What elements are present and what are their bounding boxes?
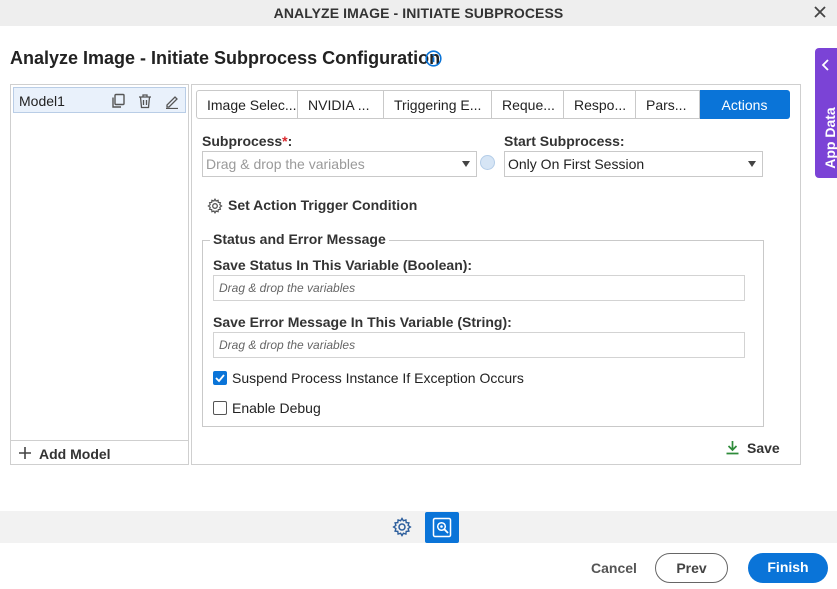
variable-picker-icon[interactable] — [480, 155, 495, 170]
analyze-image-button[interactable] — [425, 512, 459, 543]
download-icon — [726, 441, 739, 455]
enable-debug-checkbox[interactable] — [213, 401, 227, 415]
plus-icon — [19, 447, 31, 459]
save-status-input[interactable]: Drag & drop the variables — [213, 275, 745, 301]
chevron-left-icon — [821, 59, 829, 71]
subprocess-placeholder: Drag & drop the variables — [206, 156, 365, 172]
tab-triggering-events[interactable]: Triggering E... — [384, 90, 492, 119]
tab-response[interactable]: Respo... — [564, 90, 636, 119]
suspend-checkbox[interactable] — [213, 371, 227, 385]
cancel-button[interactable]: Cancel — [591, 560, 637, 576]
copy-icon[interactable] — [110, 93, 126, 109]
bottom-toolbar — [0, 511, 837, 543]
model-item[interactable]: Model1 — [13, 87, 186, 113]
tab-image-selection[interactable]: Image Selec... — [196, 90, 298, 119]
tab-nvidia[interactable]: NVIDIA ... — [298, 90, 384, 119]
check-icon — [215, 374, 225, 383]
tab-actions[interactable]: Actions — [700, 90, 790, 119]
tab-bar: Image Selec... NVIDIA ... Triggering E..… — [196, 90, 790, 119]
tab-parse[interactable]: Pars... — [636, 90, 700, 119]
add-model-button[interactable]: Add Model — [11, 440, 188, 464]
close-icon[interactable] — [811, 3, 829, 21]
app-data-tab[interactable]: App Data — [815, 48, 837, 178]
prev-button[interactable]: Prev — [655, 553, 728, 583]
save-error-input[interactable]: Drag & drop the variables — [213, 332, 745, 358]
app-data-label: App Data — [822, 107, 837, 169]
save-status-label: Save Status In This Variable (Boolean): — [213, 257, 473, 273]
model-list: Model1 Add Model — [10, 84, 189, 465]
edit-icon[interactable] — [164, 93, 180, 109]
window-title: ANALYZE IMAGE - INITIATE SUBPROCESS — [273, 5, 564, 21]
page-title: Analyze Image - Initiate Subprocess Conf… — [10, 48, 441, 68]
enable-debug-label: Enable Debug — [232, 400, 321, 416]
window-titlebar: ANALYZE IMAGE - INITIATE SUBPROCESS — [0, 0, 837, 26]
tab-request[interactable]: Reque... — [492, 90, 564, 119]
image-search-icon — [432, 517, 452, 538]
model-name: Model1 — [19, 93, 65, 109]
set-trigger-condition-link[interactable]: Set Action Trigger Condition — [228, 197, 417, 213]
status-error-legend: Status and Error Message — [210, 231, 389, 247]
start-subprocess-label: Start Subprocess: — [504, 133, 625, 149]
settings-icon[interactable] — [392, 517, 412, 537]
delete-icon[interactable] — [137, 93, 153, 109]
gear-icon[interactable] — [207, 198, 223, 214]
save-error-label: Save Error Message In This Variable (Str… — [213, 314, 512, 330]
caret-down-icon — [748, 161, 756, 167]
save-status-placeholder: Drag & drop the variables — [219, 281, 356, 295]
save-label: Save — [747, 440, 780, 456]
subprocess-label: Subprocess*: — [202, 133, 293, 149]
start-subprocess-select[interactable]: Only On First Session — [504, 151, 763, 177]
add-model-label: Add Model — [39, 446, 111, 462]
finish-button[interactable]: Finish — [748, 553, 828, 583]
start-subprocess-value: Only On First Session — [508, 156, 645, 172]
save-error-placeholder: Drag & drop the variables — [219, 338, 356, 352]
caret-down-icon — [462, 161, 470, 167]
subprocess-select[interactable]: Drag & drop the variables — [202, 151, 477, 177]
info-icon[interactable] — [425, 50, 442, 67]
suspend-label: Suspend Process Instance If Exception Oc… — [232, 370, 524, 386]
